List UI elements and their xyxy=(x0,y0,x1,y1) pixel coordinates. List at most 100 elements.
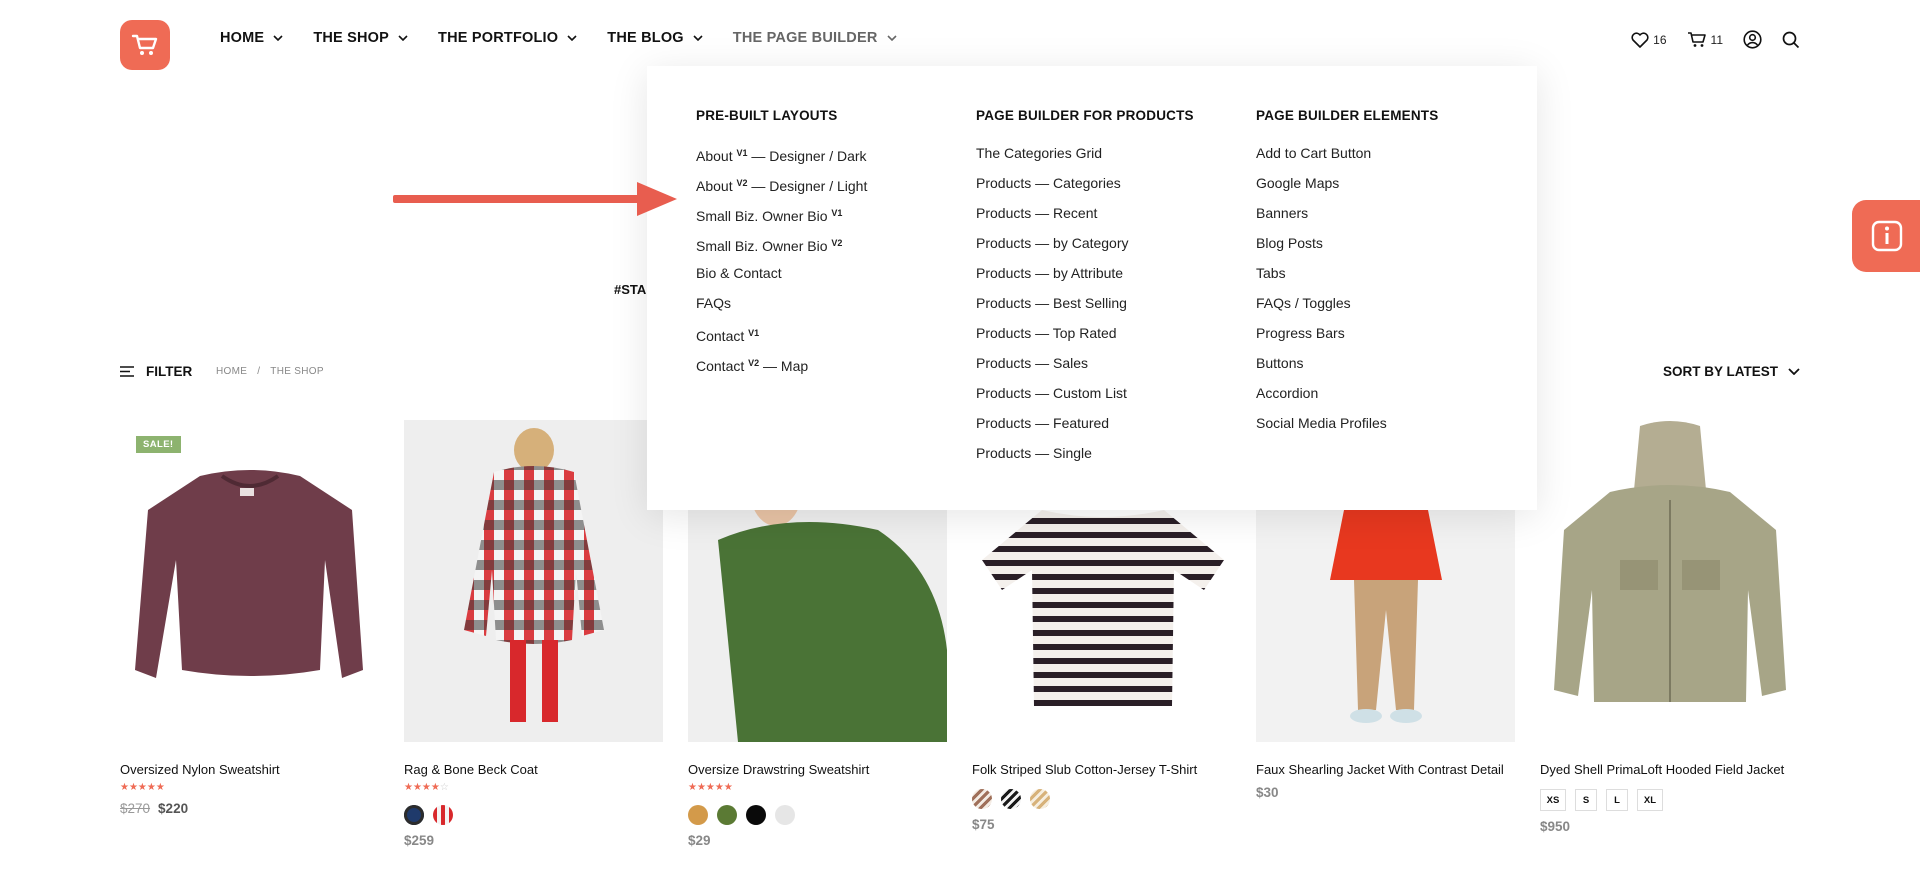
menu-item-suffix: — Designer / Dark xyxy=(747,148,867,164)
nav-home[interactable]: HOME xyxy=(220,30,283,46)
product-image[interactable]: SALE! xyxy=(120,420,379,742)
menu-item-accordion[interactable]: Accordion xyxy=(1256,385,1438,415)
cart-logo-icon xyxy=(131,34,158,55)
product-name[interactable]: Oversize Drawstring Sweatshirt xyxy=(688,762,947,777)
product-image[interactable] xyxy=(404,420,663,742)
menu-item-blog-posts[interactable]: Blog Posts xyxy=(1256,235,1438,265)
cart-count: 11 xyxy=(1710,32,1723,47)
info-button[interactable] xyxy=(1852,200,1920,272)
menu-item-social-media-profiles[interactable]: Social Media Profiles xyxy=(1256,415,1438,445)
menu-item-google-maps[interactable]: Google Maps xyxy=(1256,175,1438,205)
product-price: $259 xyxy=(404,833,435,848)
nav-the-blog[interactable]: THE BLOG xyxy=(607,30,703,46)
search-button[interactable] xyxy=(1782,31,1800,49)
menu-item-faqs-toggles[interactable]: FAQs / Toggles xyxy=(1256,295,1438,325)
product-name[interactable]: Dyed Shell PrimaLoft Hooded Field Jacket xyxy=(1540,762,1799,777)
menu-item-products-recent[interactable]: Products — Recent xyxy=(976,205,1194,235)
logo[interactable] xyxy=(120,20,170,70)
menu-item-products-by-category[interactable]: Products — by Category xyxy=(976,235,1194,265)
swatch-red-plaid[interactable] xyxy=(433,805,453,825)
menu-item-buttons[interactable]: Buttons xyxy=(1256,355,1438,385)
old-price: $270 xyxy=(120,801,151,816)
product-price: $950 xyxy=(1540,819,1571,834)
menu-item-sup: V2 xyxy=(831,238,843,248)
menu-item-sup: V1 xyxy=(736,148,748,158)
sort-dropdown[interactable]: SORT BY LATEST xyxy=(1663,364,1800,379)
swatch-mustard[interactable] xyxy=(688,805,708,825)
menu-item-add-to-cart[interactable]: Add to Cart Button xyxy=(1256,145,1438,175)
swatch-tan-stripe[interactable] xyxy=(1030,789,1050,809)
product-price: $75 xyxy=(972,817,995,832)
menu-item-sup: V1 xyxy=(831,208,843,218)
menu-item-tabs[interactable]: Tabs xyxy=(1256,265,1438,295)
swatch-brown-stripe[interactable] xyxy=(972,789,992,809)
mega-col-title: PAGE BUILDER FOR PRODUCTS xyxy=(976,108,1194,123)
wishlist-count: 16 xyxy=(1653,32,1667,47)
nav-the-portfolio-label: THE PORTFOLIO xyxy=(438,30,559,46)
product-card[interactable]: Dyed Shell PrimaLoft Hooded Field Jacket… xyxy=(1540,420,1799,834)
menu-item-sup: V2 xyxy=(736,178,748,188)
menu-item-about-v2-light[interactable]: About V2 — Designer / Light xyxy=(696,175,867,205)
cart-button[interactable]: 11 xyxy=(1687,31,1723,48)
menu-item-products-by-attribute[interactable]: Products — by Attribute xyxy=(976,265,1194,295)
mega-col-pre-built-layouts: PRE-BUILT LAYOUTS About V1 — Designer / … xyxy=(696,108,867,385)
product-card[interactable]: Rag & Bone Beck Coat ★★★★☆ $259 xyxy=(404,420,663,848)
menu-item-faqs[interactable]: FAQs xyxy=(696,295,867,325)
filter-lines-icon xyxy=(120,366,134,377)
main-nav: HOME THE SHOP THE PORTFOLIO THE BLOG THE… xyxy=(220,30,927,46)
nav-the-blog-label: THE BLOG xyxy=(607,30,684,46)
cart-icon xyxy=(1687,32,1706,47)
menu-item-products-single[interactable]: Products — Single xyxy=(976,445,1194,475)
menu-item-small-biz-v2[interactable]: Small Biz. Owner Bio V2 xyxy=(696,235,867,265)
menu-item-banners[interactable]: Banners xyxy=(1256,205,1438,235)
swatch-navy[interactable] xyxy=(404,805,424,825)
menu-item-text: About xyxy=(696,178,737,194)
menu-item-bio-contact[interactable]: Bio & Contact xyxy=(696,265,867,295)
product-name[interactable]: Faux Shearling Jacket With Contrast Deta… xyxy=(1256,762,1515,777)
product-card[interactable]: SALE! Oversized Nylon Sweatshirt ★★★★★ $… xyxy=(120,420,379,816)
menu-item-small-biz-v1[interactable]: Small Biz. Owner Bio V1 xyxy=(696,205,867,235)
nav-home-label: HOME xyxy=(220,30,265,46)
nav-the-shop[interactable]: THE SHOP xyxy=(313,30,408,46)
menu-item-products-top-rated[interactable]: Products — Top Rated xyxy=(976,325,1194,355)
menu-item-categories-grid[interactable]: The Categories Grid xyxy=(976,145,1194,175)
menu-item-products-custom-list[interactable]: Products — Custom List xyxy=(976,385,1194,415)
menu-item-text: About xyxy=(696,148,737,164)
chevron-down-icon xyxy=(693,35,703,41)
filter-button[interactable]: FILTER xyxy=(120,364,192,379)
product-name[interactable]: Oversized Nylon Sweatshirt xyxy=(120,762,379,777)
menu-item-progress-bars[interactable]: Progress Bars xyxy=(1256,325,1438,355)
breadcrumb-home[interactable]: HOME xyxy=(216,366,247,377)
swatch-black[interactable] xyxy=(746,805,766,825)
menu-item-contact-v1[interactable]: Contact V1 xyxy=(696,325,867,355)
mega-col-page-builder-products: PAGE BUILDER FOR PRODUCTS The Categories… xyxy=(976,108,1194,475)
menu-item-products-featured[interactable]: Products — Featured xyxy=(976,415,1194,445)
swatch-olive[interactable] xyxy=(717,805,737,825)
swatch-light-gray[interactable] xyxy=(775,805,795,825)
menu-item-text: FAQs xyxy=(696,295,732,311)
menu-item-text: Contact xyxy=(696,328,749,344)
nav-the-page-builder[interactable]: THE PAGE BUILDER xyxy=(733,30,897,46)
sale-badge: SALE! xyxy=(136,436,181,453)
menu-item-about-v1-dark[interactable]: About V1 — Designer / Dark xyxy=(696,145,867,175)
menu-item-contact-v2-map[interactable]: Contact V2 — Map xyxy=(696,355,867,385)
menu-item-products-best-selling[interactable]: Products — Best Selling xyxy=(976,295,1194,325)
product-image[interactable] xyxy=(1540,420,1799,742)
account-button[interactable] xyxy=(1743,30,1762,49)
nav-the-portfolio[interactable]: THE PORTFOLIO xyxy=(438,30,577,46)
heart-icon xyxy=(1631,31,1649,48)
swatch-black-stripe[interactable] xyxy=(1001,789,1021,809)
mega-col-title: PRE-BUILT LAYOUTS xyxy=(696,108,838,123)
menu-item-products-categories[interactable]: Products — Categories xyxy=(976,175,1194,205)
breadcrumb-current: THE SHOP xyxy=(270,366,324,377)
menu-item-sup: V2 xyxy=(748,358,760,368)
mega-col-page-builder-elements: PAGE BUILDER ELEMENTS Add to Cart Button… xyxy=(1256,108,1438,445)
product-name[interactable]: Rag & Bone Beck Coat xyxy=(404,762,663,777)
size-option[interactable]: L xyxy=(1606,789,1628,811)
size-option[interactable]: XS xyxy=(1540,789,1566,811)
size-option[interactable]: XL xyxy=(1637,789,1663,811)
wishlist-button[interactable]: 16 xyxy=(1631,31,1667,48)
menu-item-products-sales[interactable]: Products — Sales xyxy=(976,355,1194,385)
size-option[interactable]: S xyxy=(1575,789,1597,811)
product-name[interactable]: Folk Striped Slub Cotton-Jersey T-Shirt xyxy=(972,762,1231,777)
